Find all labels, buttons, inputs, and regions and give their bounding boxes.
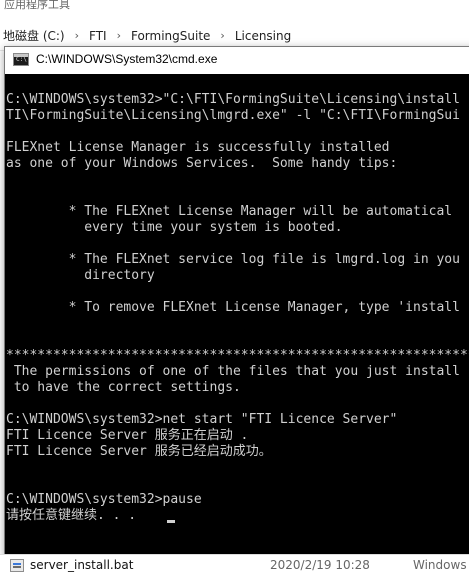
breadcrumb-item-formingsuite[interactable]: FormingSuite <box>129 29 212 43</box>
console-line: C:\WINDOWS\system32>"C:\FTI\FormingSuite… <box>6 92 460 107</box>
file-list-row[interactable]: server_install.bat 2020/2/19 10:28 Windo… <box>0 554 469 577</box>
window-title: C:\WINDOWS\System32\cmd.exe <box>36 52 218 66</box>
console-output[interactable]: C:\WINDOWS\system32>"C:\FTI\FormingSuite… <box>5 74 469 555</box>
console-line: FTI Licence Server 服务正在启动 . <box>6 428 249 443</box>
chevron-right-icon[interactable]: › <box>212 29 232 42</box>
console-line: as one of your Windows Services. Some ha… <box>6 156 398 171</box>
console-line: * The FLEXnet service log file is lmgrd.… <box>6 252 460 267</box>
breadcrumb-item-fti[interactable]: FTI <box>87 29 109 43</box>
ribbon-tab-label[interactable]: 应用程序工具 <box>4 0 70 12</box>
console-line: 请按任意键继续. . . <box>6 508 144 523</box>
explorer-ribbon-title: 应用程序工具 <box>0 0 469 20</box>
file-type: Windows <box>413 558 467 572</box>
console-icon[interactable] <box>13 53 29 66</box>
console-line: ****************************************… <box>6 348 469 363</box>
console-line: FLEXnet License Manager is successfully … <box>6 140 390 155</box>
file-date: 2020/2/19 10:28 <box>270 558 370 572</box>
console-line: The permissions of one of the files that… <box>6 364 460 379</box>
cmd-window[interactable]: C:\WINDOWS\System32\cmd.exe C:\WINDOWS\s… <box>4 46 469 556</box>
console-line: * The FLEXnet License Manager will be au… <box>6 204 453 219</box>
batch-file-icon <box>10 559 24 572</box>
breadcrumb: 地磁盘 (C:) › FTI › FormingSuite › Licensin… <box>1 27 293 44</box>
breadcrumb-item-licensing[interactable]: Licensing <box>233 29 293 43</box>
text-cursor <box>167 520 175 523</box>
console-line: C:\WINDOWS\system32>pause <box>6 492 202 507</box>
cmd-titlebar[interactable]: C:\WINDOWS\System32\cmd.exe <box>5 47 469 73</box>
console-line: C:\WINDOWS\system32>net start "FTI Licen… <box>6 412 398 427</box>
console-line: directory <box>6 268 155 283</box>
breadcrumb-item-drive[interactable]: 地磁盘 (C:) <box>1 27 67 44</box>
chevron-right-icon[interactable]: › <box>109 29 129 42</box>
chevron-right-icon[interactable]: › <box>67 29 87 42</box>
console-line: to have the correct settings. <box>6 380 241 395</box>
file-name[interactable]: server_install.bat <box>30 558 133 572</box>
console-line: * To remove FLEXnet License Manager, typ… <box>6 300 460 315</box>
console-line: FTI Licence Server 服务已经启动成功。 <box>6 444 272 459</box>
console-line: every time your system is booted. <box>6 220 343 235</box>
console-line: TI\FormingSuite\Licensing\lmgrd.exe" -l … <box>6 108 460 123</box>
